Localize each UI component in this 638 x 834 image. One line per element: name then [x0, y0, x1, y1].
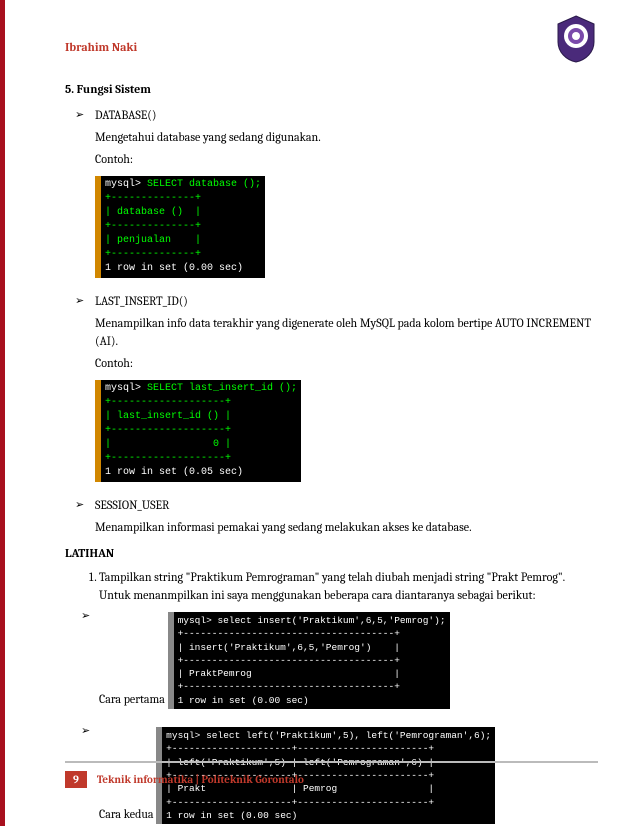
terminal-output: mysql> select insert('Praktikum',6,5,'Pe…: [168, 612, 450, 709]
fn-name: DATABASE(): [95, 108, 598, 122]
section-heading: 5. Fungsi Sistem: [65, 82, 598, 96]
method-label: Cara pertama: [99, 692, 165, 706]
methods-list: Cara pertama mysql> select insert('Prakt…: [99, 608, 598, 834]
fn-label: Contoh:: [95, 356, 598, 370]
terminal-output: mysql> SELECT last_insert_id (); +------…: [95, 380, 301, 482]
fn-name: SESSION_USER: [95, 498, 598, 512]
fn-name: LAST_INSERT_ID(): [95, 294, 598, 308]
page-footer: 9 Teknik informatika | Politeknik Goront…: [65, 761, 598, 788]
fn-desc: Menampilkan info data terakhir yang dige…: [95, 314, 598, 350]
author-name: Ibrahim Naki: [65, 40, 598, 54]
section-title-text: Fungsi Sistem: [77, 82, 151, 96]
latihan-item-note: Untuk menanmpilkan ini saya menggunakan …: [99, 588, 536, 602]
method-item: Cara pertama mysql> select insert('Prakt…: [99, 608, 598, 719]
page-number: 9: [65, 771, 87, 788]
function-item: LAST_INSERT_ID() Menampilkan info data t…: [95, 294, 598, 492]
latihan-list: Tampilkan string "Praktikum Pemrograman"…: [65, 568, 598, 834]
footer-text: Teknik informatika | Politeknik Gorontal…: [97, 773, 304, 786]
latihan-item: Tampilkan string "Praktikum Pemrograman"…: [99, 568, 598, 834]
method-label: Cara kedua: [99, 807, 154, 821]
latihan-heading: LATIHAN: [65, 546, 598, 560]
fn-label: Contoh:: [95, 152, 598, 166]
fn-desc: Mengetahui database yang sedang digunaka…: [95, 128, 598, 146]
latihan-item-text: Tampilkan string "Praktikum Pemrograman"…: [99, 570, 565, 584]
function-item: DATABASE() Mengetahui database yang seda…: [95, 108, 598, 288]
terminal-output: mysql> SELECT database (); +------------…: [95, 176, 265, 278]
function-item: SESSION_USER Menampilkan informasi pemak…: [95, 498, 598, 536]
fn-desc: Menampilkan informasi pemakai yang sedan…: [95, 518, 598, 536]
section-number: 5.: [65, 82, 74, 96]
institution-logo: [554, 14, 598, 64]
function-list: DATABASE() Mengetahui database yang seda…: [65, 108, 598, 536]
